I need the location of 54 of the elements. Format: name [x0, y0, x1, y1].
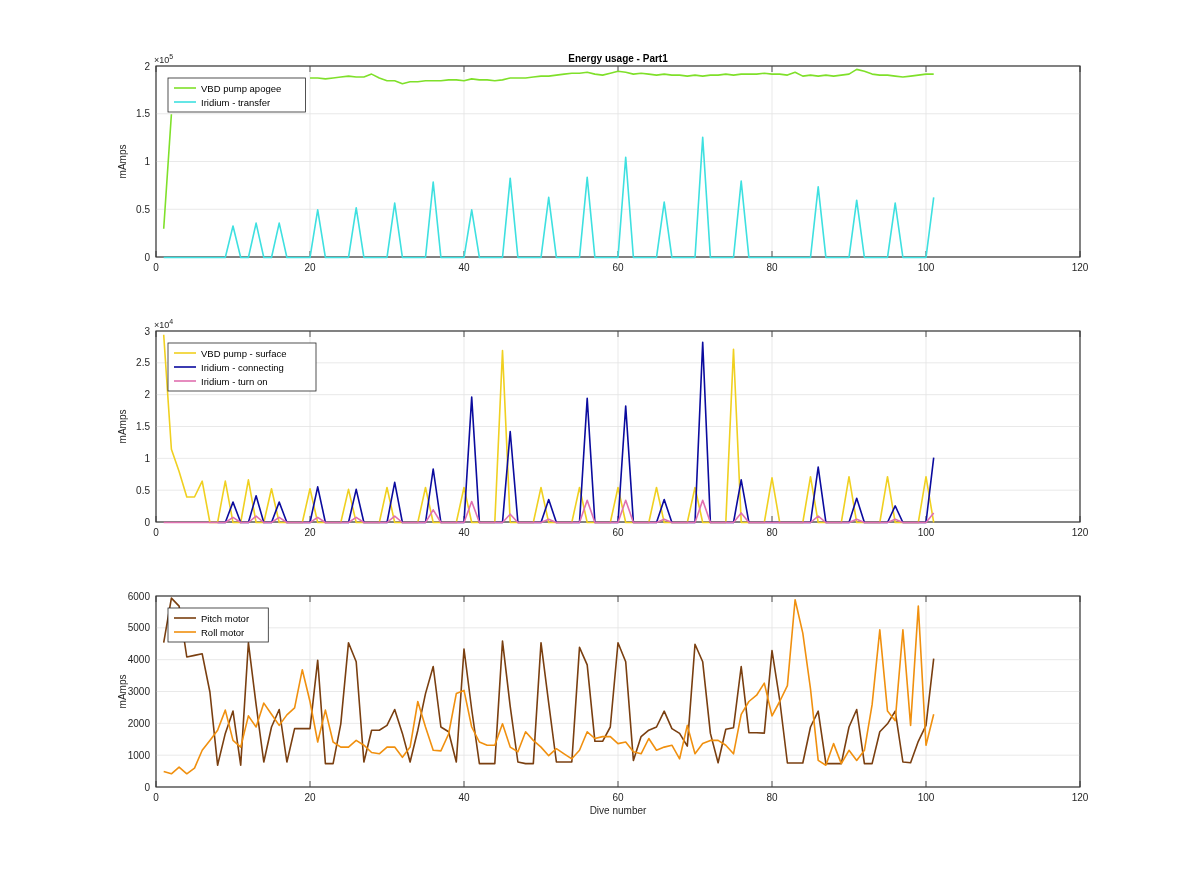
- axis-tick-label: 40: [458, 262, 470, 273]
- axis-tick-label: 0: [153, 527, 159, 538]
- axis-tick-label: 0: [144, 781, 150, 793]
- axis-tick-label: 1.5: [136, 108, 150, 120]
- axis-tick-label: 100: [917, 527, 935, 538]
- axis-tick-label: 3: [144, 325, 150, 337]
- axis-tick-label: 0: [153, 262, 159, 273]
- axis-tick-label: 5000: [127, 622, 150, 634]
- axis-tick-label: 0.5: [136, 203, 150, 215]
- axis-tick-label: 6000: [127, 590, 150, 602]
- axis-tick-label: 2.5: [136, 357, 150, 369]
- axis-tick-label: 0.5: [136, 484, 150, 496]
- axis-tick-label: 40: [458, 792, 470, 803]
- axis-tick-label: 1000: [127, 749, 150, 761]
- axis-tick-label: 120: [1071, 527, 1089, 538]
- axis-tick-label: 20: [304, 527, 316, 538]
- axis-tick-label: 20: [304, 792, 316, 803]
- axis-tick-label: 80: [766, 792, 778, 803]
- legend-label: Roll motor: [201, 626, 245, 638]
- legend-label: Iridium - transfer: [201, 96, 271, 108]
- axis-tick-label: 120: [1071, 262, 1089, 273]
- axis-label: mAmps: [117, 409, 128, 444]
- axis-tick-label: 1: [144, 156, 150, 167]
- legend-label: Pitch motor: [201, 612, 250, 624]
- axis-label: mAmps: [117, 674, 128, 709]
- axis-tick-label: 80: [766, 262, 778, 273]
- axis-tick-label: 1: [144, 452, 150, 464]
- axis-tick-label: 100: [917, 792, 935, 803]
- chart-title: Energy usage - Part1: [568, 53, 668, 64]
- axis-tick-label: 0: [153, 792, 159, 803]
- axis-exponent: ×10$^{4}$: [154, 318, 174, 330]
- axis-label: mAmps: [117, 144, 128, 179]
- axis-tick-label: 0: [144, 516, 150, 528]
- axis-tick-label: 1.5: [136, 421, 150, 432]
- axis-label: Dive number: [589, 805, 647, 816]
- axis-tick-label: 60: [612, 527, 624, 538]
- axis-tick-label: 120: [1071, 792, 1089, 803]
- legend-label: VBD pump apogee: [201, 82, 282, 94]
- axis-tick-label: 2: [144, 389, 150, 401]
- legend-label: Iridium - connecting: [201, 361, 284, 373]
- axis-tick-label: 40: [458, 527, 470, 538]
- axis-tick-label: 2000: [127, 717, 150, 729]
- axis-tick-label: 60: [612, 262, 624, 273]
- axis-tick-label: 3000: [127, 686, 150, 697]
- axis-tick-label: 20: [304, 262, 316, 273]
- legend-label: VBD pump - surface: [201, 347, 287, 359]
- legend-label: Iridium - turn on: [201, 375, 268, 387]
- axis-tick-label: 80: [766, 527, 778, 538]
- axis-tick-label: 4000: [127, 654, 150, 666]
- axis-tick-label: 0: [144, 251, 150, 263]
- axis-tick-label: 60: [612, 792, 624, 803]
- axis-exponent: ×10$^{5}$: [154, 53, 174, 65]
- axis-tick-label: 100: [917, 262, 935, 273]
- axis-tick-label: 2: [144, 60, 150, 72]
